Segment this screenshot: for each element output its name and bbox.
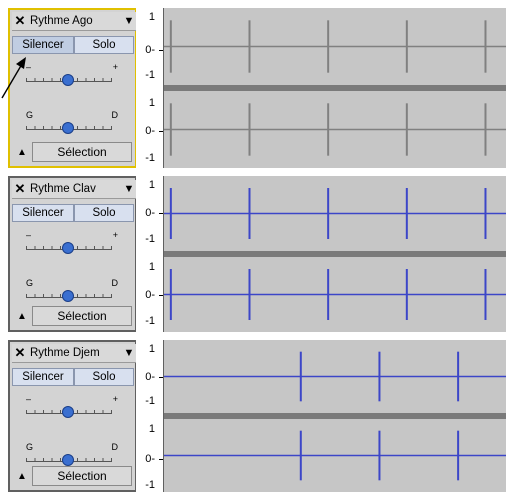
scale-label: 1 [148,423,155,435]
scale-label: 0- [145,453,163,465]
pan-right-label: D [111,278,119,288]
track-name-row[interactable]: ✕ Rythme Clav ▼ [12,180,136,199]
channel-divider [164,251,506,257]
track-name-row[interactable]: ✕ Rythme Ago ▼ [12,12,136,31]
scale-label: -1 [145,315,155,327]
pan-right-label: D [111,442,119,452]
gain-plus-label: + [112,230,118,240]
scale-label: 1 [148,343,155,355]
audio-track[interactable]: ✕ Rythme Djem ▼ Silencer Solo – + G D ▲ … [8,340,506,492]
track-control-panel[interactable]: ✕ Rythme Djem ▼ Silencer Solo – + G D ▲ … [8,340,136,492]
audio-track[interactable]: ✕ Rythme Clav ▼ Silencer Solo – + G D ▲ … [8,176,506,332]
collapse-icon[interactable]: ▲ [14,144,30,162]
waveform-area[interactable] [164,340,506,492]
gain-minus-label: – [26,230,32,240]
scale-label: 1 [148,179,155,191]
scale-label: -1 [145,152,155,164]
slider-thumb[interactable] [62,406,74,418]
slider-thumb[interactable] [62,122,74,134]
scale-label: 1 [148,11,155,23]
solo-button[interactable]: Solo [74,204,134,222]
close-icon[interactable]: ✕ [12,181,28,197]
track-name[interactable]: Rythme Djem [28,347,122,359]
track-name-row[interactable]: ✕ Rythme Djem ▼ [12,344,136,363]
pan-right-label: D [111,110,119,120]
gain-slider[interactable]: – + [24,62,128,88]
channel-divider [164,413,506,419]
scale-label: 1 [148,261,155,273]
scale-label: 0- [145,125,163,137]
close-icon[interactable]: ✕ [12,13,28,29]
scale-label: -1 [145,233,155,245]
scale-label: -1 [145,395,155,407]
slider-thumb[interactable] [62,74,74,86]
slider-thumb[interactable] [62,242,74,254]
scale-label: 1 [148,97,155,109]
track-name[interactable]: Rythme Clav [28,183,122,195]
vertical-ruler: 1 0- -1 1 0- -1 [136,340,164,492]
gain-slider[interactable]: – + [24,394,128,420]
pan-left-label: G [26,110,34,120]
track-control-panel[interactable]: ✕ Rythme Clav ▼ Silencer Solo – + G D ▲ … [8,176,136,332]
dropdown-arrow-icon[interactable]: ▼ [122,15,136,27]
select-button[interactable]: Sélection [32,306,132,326]
vertical-ruler: 1 0- -1 1 0- -1 [136,176,164,332]
pan-left-label: G [26,442,34,452]
waveform-area[interactable] [164,176,506,332]
vertical-ruler: 1 0- -1 1 0- -1 [136,8,164,168]
collapse-icon[interactable]: ▲ [14,468,30,486]
gain-plus-label: + [112,394,118,404]
pan-slider[interactable]: G D [24,442,128,468]
scale-label: 0- [145,207,163,219]
pointer-arrow-icon [1,57,26,99]
close-icon[interactable]: ✕ [12,345,28,361]
gain-slider[interactable]: – + [24,230,128,256]
mute-button[interactable]: Silencer [12,368,74,386]
scale-label: 0- [145,289,163,301]
waveform-area[interactable] [164,8,506,168]
audio-track[interactable]: ✕ Rythme Ago ▼ Silencer Solo – + G D ▲ S… [8,8,506,168]
waveform[interactable] [164,176,506,332]
solo-button[interactable]: Solo [74,368,134,386]
waveform[interactable] [164,8,506,168]
dropdown-arrow-icon[interactable]: ▼ [122,183,136,195]
slider-thumb[interactable] [62,454,74,466]
track-name[interactable]: Rythme Ago [28,15,122,27]
pan-slider[interactable]: G D [24,110,128,136]
mute-button[interactable]: Silencer [12,204,74,222]
waveform[interactable] [164,340,506,492]
select-button[interactable]: Sélection [32,466,132,486]
scale-label: 0- [145,371,163,383]
collapse-icon[interactable]: ▲ [14,308,30,326]
gain-plus-label: + [112,62,118,72]
select-button[interactable]: Sélection [32,142,132,162]
scale-label: 0- [145,44,163,56]
pan-slider[interactable]: G D [24,278,128,304]
channel-divider [164,85,506,91]
dropdown-arrow-icon[interactable]: ▼ [122,347,136,359]
solo-button[interactable]: Solo [74,36,134,54]
scale-label: -1 [145,69,155,81]
slider-thumb[interactable] [62,290,74,302]
gain-minus-label: – [26,394,32,404]
scale-label: -1 [145,479,155,491]
pan-left-label: G [26,278,34,288]
